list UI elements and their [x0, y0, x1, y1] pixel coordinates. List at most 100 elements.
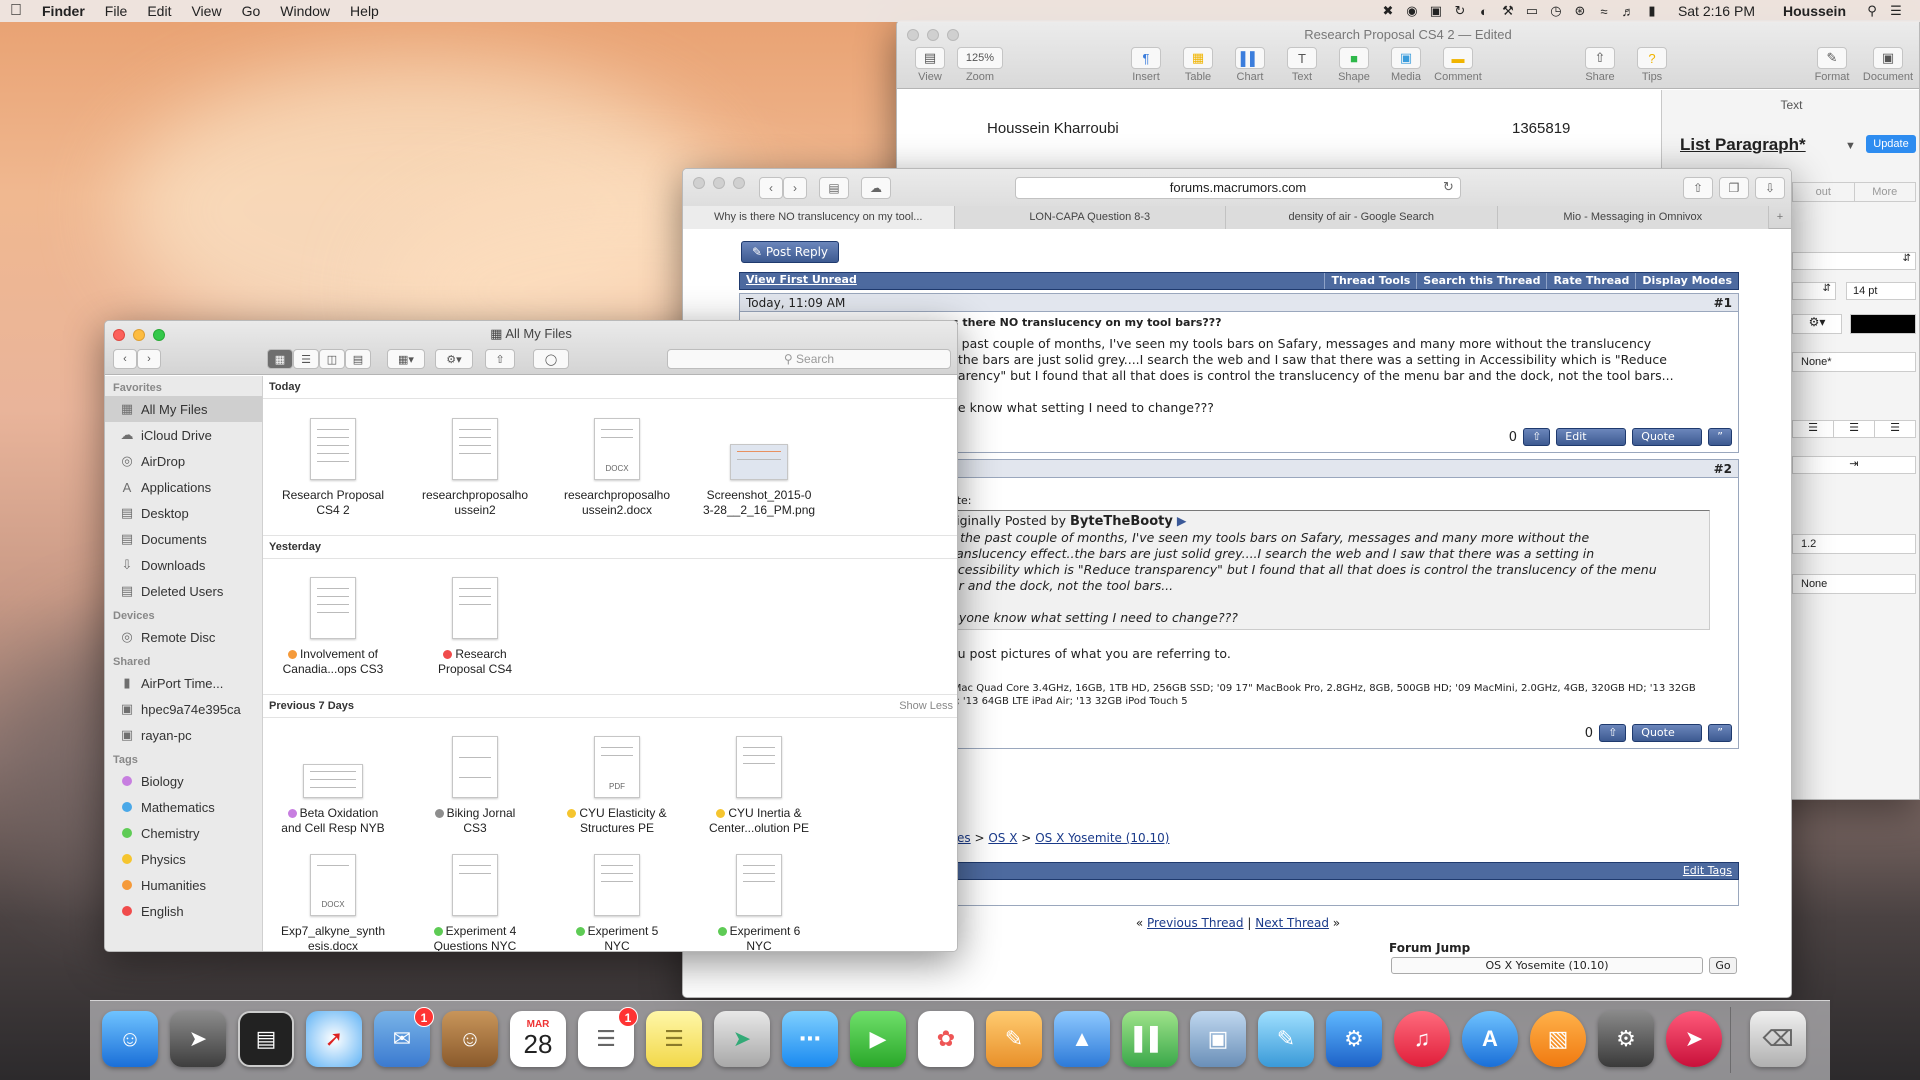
update-style-button[interactable]: Update: [1866, 135, 1916, 153]
cover-flow-icon[interactable]: ▤: [345, 349, 371, 369]
airplay-icon[interactable]: ▭: [1524, 3, 1540, 19]
pages-insert-button[interactable]: ¶ Insert: [1119, 47, 1173, 83]
pages-shape-button[interactable]: ■ Shape: [1327, 47, 1381, 83]
pages-zoom-button[interactable]: 125% Zoom: [953, 47, 1007, 83]
file-research-proposal-cs4-2[interactable]: Research Proposal CS4 2: [265, 418, 401, 518]
align-center-icon[interactable]: ☰: [1833, 421, 1874, 437]
view-post-icon[interactable]: ▶: [1177, 513, 1187, 528]
line-spacing-field[interactable]: 1.2: [1792, 534, 1916, 554]
pages-comment-button[interactable]: ▬ Comment: [1431, 47, 1485, 83]
airmail-dock-icon[interactable]: ➤: [1666, 1011, 1722, 1067]
spotlight-search-icon[interactable]: ⚲: [1864, 3, 1880, 19]
status-theme-icon[interactable]: ◐: [1476, 4, 1492, 19]
close-button[interactable]: [693, 177, 705, 189]
style-dropdown-icon[interactable]: ▼: [1845, 140, 1856, 152]
tags-icon[interactable]: ◯: [533, 349, 569, 369]
back-chevron-icon[interactable]: ‹: [759, 177, 783, 199]
rate-thread-menu[interactable]: Rate Thread: [1546, 273, 1635, 289]
tab-omnivox[interactable]: Mio - Messaging in Omnivox: [1497, 206, 1769, 229]
forward-chevron-icon[interactable]: ›: [137, 349, 161, 369]
wifi-icon[interactable]: ≈: [1596, 4, 1612, 19]
reminders-dock-icon[interactable]: ☰ 1: [578, 1007, 638, 1067]
file-experiment-4[interactable]: Experiment 4 Questions NYC: [407, 854, 543, 951]
new-tab-plus-icon[interactable]: +: [1769, 206, 1791, 229]
pages-format-button[interactable]: ✎ Format: [1805, 47, 1859, 83]
forum-jump-go-button[interactable]: Go: [1709, 957, 1737, 974]
bullets-select[interactable]: None: [1792, 574, 1916, 594]
next-thread-link[interactable]: Next Thread: [1255, 916, 1329, 930]
finder-dock-icon[interactable]: ☺: [102, 1011, 158, 1067]
sidebar-item-icloud-drive[interactable]: ☁ iCloud Drive: [105, 422, 262, 448]
upvote-icon[interactable]: ⇧: [1523, 428, 1551, 446]
status-bowtie-icon[interactable]: ✖: [1380, 3, 1396, 19]
pages-text-button[interactable]: T Text: [1275, 47, 1329, 83]
sidebar-item-all-my-files[interactable]: ▦ All My Files: [105, 396, 262, 422]
share-icon[interactable]: ⇧: [1683, 177, 1713, 199]
sidebar-tag-mathematics[interactable]: Mathematics: [105, 794, 262, 820]
sidebar-tag-physics[interactable]: Physics: [105, 846, 262, 872]
align-left-icon[interactable]: ☰: [1793, 421, 1833, 437]
post-number[interactable]: #2: [1714, 460, 1732, 477]
app-store-dock-icon[interactable]: A: [1462, 1011, 1518, 1067]
forward-chevron-icon[interactable]: ›: [783, 177, 807, 199]
pages-dock-icon[interactable]: ✎: [986, 1011, 1042, 1067]
file-exp7-alkyne[interactable]: DOCX Exp7_alkyne_synth esis.docx: [265, 854, 401, 951]
file-experiment-5[interactable]: Experiment 5 NYC: [549, 854, 685, 951]
status-sync-icon[interactable]: ↻: [1452, 3, 1468, 19]
menu-view[interactable]: View: [181, 0, 231, 22]
maps-dock-icon[interactable]: ➤: [714, 1011, 770, 1067]
launchpad-dock-icon[interactable]: ➤: [170, 1011, 226, 1067]
notification-center-icon[interactable]: ☰: [1888, 3, 1904, 19]
paragraph-style-name[interactable]: List Paragraph*: [1680, 135, 1806, 155]
calendar-dock-icon[interactable]: MAR 28: [510, 1011, 566, 1067]
thread-tools-menu[interactable]: Thread Tools: [1324, 273, 1416, 289]
file-researchproposalhoussein2[interactable]: researchproposalho ussein2: [407, 418, 543, 518]
preview-dock-icon[interactable]: ▣: [1190, 1011, 1246, 1067]
arrange-icon[interactable]: ▦▾: [387, 349, 425, 369]
text-color-well[interactable]: [1850, 314, 1916, 334]
time-machine-icon[interactable]: ◷: [1548, 3, 1564, 19]
photos-dock-icon[interactable]: ✿: [918, 1011, 974, 1067]
sidebar-tag-chemistry[interactable]: Chemistry: [105, 820, 262, 846]
address-bar[interactable]: forums.macrumors.com: [1015, 177, 1461, 199]
quote-button[interactable]: Quote: [1632, 724, 1703, 742]
file-beta-oxidation[interactable]: Beta Oxidation and Cell Resp NYB: [265, 736, 401, 836]
menubar-clock[interactable]: Sat 2:16 PM: [1668, 0, 1765, 22]
font-size-field[interactable]: 14 pt: [1846, 282, 1916, 300]
icloud-tabs-icon[interactable]: ☁: [861, 177, 891, 199]
post-reply-button[interactable]: ✎ Post Reply: [741, 241, 840, 263]
display-modes-menu[interactable]: Display Modes: [1635, 273, 1738, 289]
safari-compass-icon[interactable]: ➚: [306, 1011, 362, 1067]
ibooks-dock-icon[interactable]: ▧: [1530, 1011, 1586, 1067]
quoted-author[interactable]: ByteTheBooty: [1070, 514, 1173, 529]
sidebar-item-applications[interactable]: A Applications: [105, 474, 262, 500]
menu-go[interactable]: Go: [232, 0, 271, 22]
forum-jump-select[interactable]: OS X Yosemite (10.10): [1391, 957, 1703, 974]
trash-dock-icon[interactable]: ⌫: [1750, 1011, 1806, 1067]
tab-translucency-thread[interactable]: Why is there NO translucency on my tool.…: [683, 206, 955, 229]
mail-dock-icon[interactable]: ✉ 1: [374, 1007, 434, 1067]
sidebar-toggle-icon[interactable]: ▤: [819, 177, 849, 199]
menubar-user[interactable]: Houssein: [1773, 0, 1856, 22]
menu-app-name[interactable]: Finder: [32, 0, 95, 22]
tab-density-search[interactable]: density of air - Google Search: [1226, 206, 1498, 229]
character-options-gear-icon[interactable]: ⚙▾: [1792, 314, 1842, 334]
show-less-link[interactable]: Show Less: [899, 700, 953, 712]
volume-icon[interactable]: ♬: [1620, 4, 1636, 19]
pages-table-button[interactable]: ▦ Table: [1171, 47, 1225, 83]
file-cyu-elasticity[interactable]: PDF CYU Elasticity & Structures PE: [549, 736, 685, 836]
font-weight-select[interactable]: ⇵: [1792, 282, 1836, 300]
downloads-icon[interactable]: ⇩: [1755, 177, 1785, 199]
status-d-icon[interactable]: ◉: [1404, 3, 1420, 19]
share-icon[interactable]: ⇧: [485, 349, 515, 369]
file-research-proposal-cs4[interactable]: Research Proposal CS4: [407, 577, 543, 677]
previous-thread-link[interactable]: Previous Thread: [1147, 916, 1244, 930]
itunes-dock-icon[interactable]: ♫: [1394, 1011, 1450, 1067]
bluetooth-icon[interactable]: ⊛: [1572, 3, 1588, 19]
messages-dock-icon[interactable]: ⋯: [782, 1011, 838, 1067]
facetime-dock-icon[interactable]: ▶: [850, 1011, 906, 1067]
icon-view-icon[interactable]: ▦: [267, 349, 293, 369]
list-view-icon[interactable]: ☰: [293, 349, 319, 369]
pages-media-button[interactable]: ▣ Media: [1379, 47, 1433, 83]
pages-share-button[interactable]: ⇧ Share: [1573, 47, 1627, 83]
